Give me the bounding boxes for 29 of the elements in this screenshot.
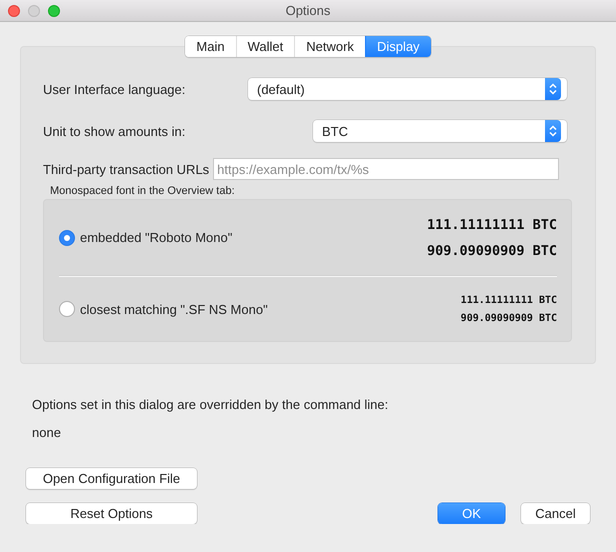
sample-amount: 909.09090909 BTC: [460, 312, 557, 324]
sample-amount: 909.09090909 BTC: [426, 242, 557, 259]
overrides-label: Options set in this dialog are overridden by the command line:: [32, 397, 390, 412]
field-label: Third-party transaction URLs: [43, 162, 210, 176]
stepper-icon: [549, 125, 557, 137]
open-config-button[interactable]: Open Configuration File: [26, 468, 197, 489]
tab[interactable]: Wallet: [236, 36, 294, 57]
field-label: Unit to show amounts in:: [43, 124, 186, 138]
close-icon[interactable]: [8, 4, 20, 16]
dropdown[interactable]: (default): [248, 78, 567, 100]
minimize-icon[interactable]: [28, 4, 40, 16]
dropdown[interactable]: BTC: [313, 120, 567, 142]
overrides-value: none: [32, 425, 62, 440]
radio-button[interactable]: [59, 230, 75, 246]
stepper-icon: [549, 83, 557, 95]
tab[interactable]: Network: [294, 36, 365, 57]
reset-button[interactable]: Reset Options: [26, 503, 197, 524]
window-title: Options: [286, 3, 330, 18]
radio-button[interactable]: [59, 301, 75, 318]
url-input-field[interactable]: https://example.com/tx/%s: [213, 158, 560, 180]
tab[interactable]: Main: [185, 36, 236, 57]
cancel-button[interactable]: Cancel: [521, 503, 590, 524]
group-title: Monospaced font in the Overview tab:: [50, 185, 235, 197]
radio-label: embedded "Roboto Mono": [80, 230, 234, 246]
field-label: User Interface language:: [43, 82, 186, 96]
sample-amount: 111.11111111 BTC: [426, 216, 557, 233]
zoom-icon[interactable]: [48, 4, 60, 16]
radio-label: closest matching ".SF NS Mono": [80, 302, 269, 317]
sample-amount: 111.11111111 BTC: [460, 294, 557, 306]
